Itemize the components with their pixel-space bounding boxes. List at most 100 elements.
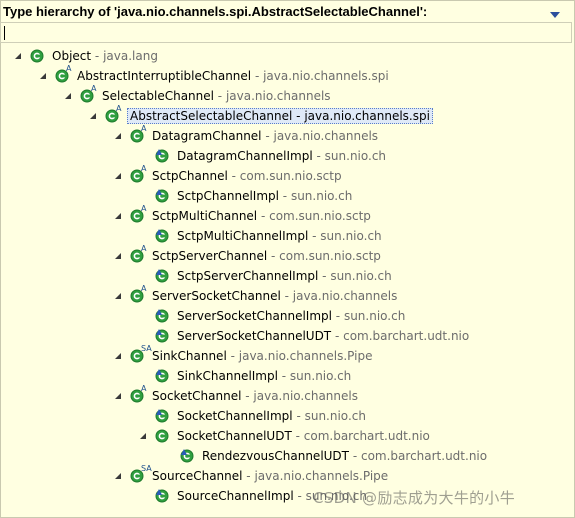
tree-row[interactable]: SinkChannelImpl - sun.nio.ch: [137, 366, 351, 386]
package-name: java.nio.channels: [253, 389, 358, 403]
expanded-twisty-icon[interactable]: [112, 350, 124, 362]
separator: -: [241, 389, 254, 403]
package-name: java.nio.channels: [273, 129, 379, 143]
tree-item-label: SctpServerChannel - com.sun.nio.sctp: [152, 249, 381, 263]
class-icon: [30, 48, 46, 64]
tree-row[interactable]: SctpMultiChannelImpl - sun.nio.ch: [137, 226, 382, 246]
separator: -: [277, 369, 290, 383]
class-icon: A: [130, 244, 147, 264]
separator: -: [251, 69, 264, 83]
separator: -: [331, 309, 344, 323]
tree-row[interactable]: SocketChannelUDT - com.barchart.udt.nio: [137, 426, 430, 446]
tree-row[interactable]: SA SinkChannel - java.nio.channels.Pipe: [112, 345, 373, 366]
expanded-twisty-icon[interactable]: [112, 250, 124, 262]
view-header: Type hierarchy of 'java.nio.channels.spi…: [0, 0, 575, 48]
expanded-twisty-icon[interactable]: [112, 470, 124, 482]
separator: -: [226, 349, 239, 363]
class-icon: A: [55, 65, 71, 84]
expanded-twisty-icon[interactable]: [62, 90, 74, 102]
tree-row[interactable]: A SctpMultiChannel - com.sun.nio.sctp: [112, 204, 371, 226]
expanded-twisty-icon[interactable]: [37, 70, 49, 82]
class-icon: [155, 308, 171, 324]
separator: -: [349, 449, 361, 463]
tree-item-label: SelectableChannel - java.nio.channels: [102, 89, 331, 103]
separator: -: [227, 169, 240, 183]
tree-row[interactable]: A ServerSocketChannel - java.nio.channels: [112, 285, 397, 306]
type-name: AbstractInterruptibleChannel: [77, 69, 252, 83]
abstract-marker: A: [141, 164, 147, 173]
tree-row[interactable]: DatagramChannelImpl - sun.nio.ch: [137, 146, 386, 166]
class-icon: A: [130, 285, 146, 304]
tree-row[interactable]: A SctpChannel - com.sun.nio.sctp: [112, 164, 342, 186]
package-name: java.nio.channels.spi: [304, 109, 430, 123]
tree-row[interactable]: SocketChannelImpl - sun.nio.ch: [137, 406, 366, 426]
tree-item-label: AbstractSelectableChannel - java.nio.cha…: [127, 108, 433, 124]
type-name: SocketChannelImpl: [177, 409, 293, 423]
expanded-twisty-icon[interactable]: [12, 50, 24, 62]
tree-item-label: SctpMultiChannel - com.sun.nio.sctp: [152, 209, 371, 223]
tree-row[interactable]: Object - java.lang: [12, 46, 158, 66]
expanded-twisty-icon[interactable]: [137, 430, 149, 442]
member-marker-icon: [156, 409, 162, 415]
class-icon: A: [80, 84, 97, 104]
expanded-twisty-icon[interactable]: [112, 170, 124, 182]
tree-item-label: SctpChannel - com.sun.nio.sctp: [152, 169, 342, 183]
tree-row[interactable]: ServerSocketChannelUDT - com.barchart.ud…: [137, 326, 469, 346]
type-name: SourceChannelImpl: [177, 489, 294, 503]
package-name: sun.nio.ch: [330, 269, 392, 283]
tree-row[interactable]: SctpChannelImpl - sun.nio.ch: [137, 186, 352, 206]
tree-row[interactable]: A SctpServerChannel - com.sun.nio.sctp: [112, 244, 381, 266]
package-name: sun.nio.ch: [343, 309, 406, 323]
abstract-marker: A: [141, 244, 147, 253]
tree-item-label: ServerSocketChannelUDT - com.barchart.ud…: [177, 329, 469, 343]
expanded-twisty-icon[interactable]: [112, 210, 124, 222]
expanded-twisty-icon[interactable]: [112, 130, 124, 142]
separator: -: [318, 269, 331, 283]
separator: -: [308, 229, 321, 243]
type-name: AbstractSelectableChannel: [130, 109, 293, 123]
tree-item-label: RendezvousChannelUDT - com.barchart.udt.…: [202, 449, 487, 463]
expanded-twisty-icon[interactable]: [112, 290, 124, 302]
type-name: ServerSocketChannelImpl: [177, 309, 332, 323]
package-name: java.nio.channels.Pipe: [238, 349, 373, 363]
tree-item-label: ServerSocketChannel - java.nio.channels: [152, 289, 397, 303]
tree-item-label: SctpServerChannelImpl - sun.nio.ch: [177, 269, 392, 283]
type-name: SctpServerChannelImpl: [177, 269, 319, 283]
package-name: sun.nio.ch: [290, 189, 353, 203]
tree-row[interactable]: A DatagramChannel - java.nio.channels: [112, 124, 379, 146]
abstract-marker: A: [116, 104, 122, 113]
class-icon: A: [105, 104, 122, 124]
package-name: java.lang: [103, 49, 158, 63]
type-name: DatagramChannel: [152, 129, 262, 143]
tree-row[interactable]: SA SourceChannel - java.nio.channels.Pipe: [112, 465, 388, 486]
tree-item-label: SinkChannelImpl - sun.nio.ch: [177, 369, 351, 383]
separator: -: [312, 149, 325, 163]
tree-row[interactable]: RendezvousChannelUDT - com.barchart.udt.…: [162, 446, 487, 466]
view-menu-icon[interactable]: [549, 8, 561, 18]
tree-row[interactable]: ServerSocketChannelImpl - sun.nio.ch: [137, 306, 405, 326]
type-name: SctpServerChannel: [152, 249, 268, 263]
tree-item-label: Object - java.lang: [52, 49, 158, 63]
abstract-marker: A: [141, 124, 147, 133]
class-icon: [155, 408, 171, 424]
tree-item-label: DatagramChannelImpl - sun.nio.ch: [177, 149, 386, 163]
filter-input[interactable]: [0, 22, 572, 43]
abstract-marker: SA: [141, 344, 152, 353]
abstract-marker: A: [91, 84, 97, 93]
tree-row[interactable]: A SocketChannel - java.nio.channels: [112, 385, 358, 406]
abstract-marker: A: [141, 204, 147, 213]
text-caret: [4, 26, 5, 40]
tree-row[interactable]: A SelectableChannel - java.nio.channels: [62, 84, 331, 106]
expanded-twisty-icon[interactable]: [87, 110, 99, 122]
separator: -: [292, 109, 305, 123]
expanded-twisty-icon[interactable]: [112, 390, 124, 402]
separator: -: [291, 429, 304, 443]
tree-row[interactable]: A AbstractInterruptibleChannel - java.nio…: [37, 65, 389, 86]
class-icon: SA: [130, 345, 152, 364]
tree-row[interactable]: A AbstractSelectableChannel - java.nio.ch…: [87, 104, 433, 126]
tree-row[interactable]: SctpServerChannelImpl - sun.nio.ch: [137, 266, 392, 286]
class-icon: A: [130, 385, 146, 404]
separator: -: [292, 409, 305, 423]
